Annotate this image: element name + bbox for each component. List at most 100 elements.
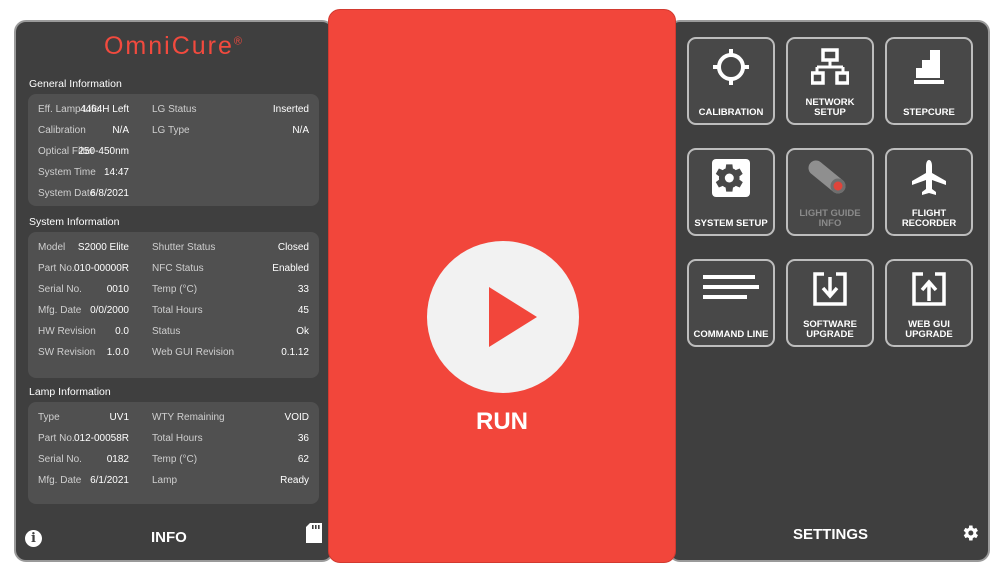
- tile-label: SOFTWARE UPGRADE: [803, 319, 857, 340]
- stepcure-icon: [887, 39, 971, 95]
- info-row: Eff. Lamp Life 4464H Left LG Status Inserte…: [38, 104, 309, 118]
- info-row: SW Revision 1.0.0 Web GUI Revision 0.1.12: [38, 347, 309, 361]
- tile-stepcure[interactable]: STEPCURE: [885, 37, 973, 125]
- tile-calibration[interactable]: CALIBRATION: [687, 37, 775, 125]
- info-value-text: UV1: [109, 412, 129, 423]
- info-row: Serial No. 0182 Temp (°C) 62: [38, 454, 309, 468]
- info-value-text: 33: [297, 284, 309, 295]
- info-value-text: 14:47: [103, 167, 129, 178]
- info-value-text: Closed: [277, 242, 309, 253]
- info-label-text: Mfg. Date: [38, 305, 82, 316]
- info-label-text: Total Hours: [152, 305, 203, 316]
- info-row: System Time 14:47: [38, 167, 309, 181]
- info-row: Part No. 010-00000R NFC Status Enabled: [38, 263, 309, 277]
- general-information-card: Eff. Lamp Life 4464H Left LG Status Inserte…: [28, 94, 319, 206]
- info-label-text: HW Revision: [38, 326, 96, 337]
- info-label-text: WTY Remaining: [152, 412, 225, 423]
- tile-label: NETWORK SETUP: [805, 97, 855, 118]
- tile-label: COMMAND LINE: [693, 329, 769, 340]
- download-icon: [788, 261, 872, 317]
- play-icon: [427, 241, 579, 393]
- info-value-text: N/A: [112, 125, 129, 136]
- lamp-information-card: Type UV1 WTY Remaining VOID Part No. 012-0005…: [28, 402, 319, 504]
- info-label-text: Calibration: [38, 125, 86, 136]
- system-information-title: System Information: [29, 216, 120, 228]
- info-label-text: Part No.: [38, 263, 75, 274]
- tile-label: SYSTEM SETUP: [694, 218, 768, 229]
- run-button[interactable]: RUN: [328, 9, 676, 563]
- upload-icon: [887, 261, 971, 317]
- network-icon: [788, 39, 872, 95]
- info-label-text: NFC Status: [152, 263, 204, 274]
- tile-label: CALIBRATION: [698, 107, 764, 118]
- info-label-text: Status: [152, 326, 181, 337]
- system-information-card: Model S2000 Elite Shutter Status Closed Part…: [28, 232, 319, 378]
- info-row: Optical Filter 250-450nm: [38, 146, 309, 160]
- info-value-text: 0010: [106, 284, 129, 295]
- info-value-text: 4464H Left: [80, 104, 129, 115]
- info-row: System Date 6/8/2021: [38, 188, 309, 202]
- info-row: Part No. 012-00058R Total Hours 36: [38, 433, 309, 447]
- info-value-text: S2000 Elite: [77, 242, 129, 253]
- info-row: Mfg. Date 0/0/2000 Total Hours 45: [38, 305, 309, 319]
- info-label-text: Type: [38, 412, 60, 423]
- info-value-text: 010-00000R: [73, 263, 129, 274]
- info-value-text: 6/8/2021: [90, 188, 129, 199]
- info-value-text: Ready: [280, 475, 309, 486]
- info-label-text: Shutter Status: [152, 242, 216, 253]
- gear-icon[interactable]: [960, 523, 980, 543]
- info-value-text: 0.0: [115, 326, 129, 337]
- tile-software-upgrade[interactable]: SOFTWARE UPGRADE: [786, 259, 874, 347]
- crosshair-icon: [689, 39, 773, 95]
- info-value-text: Inserted: [272, 104, 309, 115]
- info-value-text: 45: [297, 305, 309, 316]
- omnicure-logo: OmniCure®: [103, 32, 245, 60]
- info-value-text: 0.1.12: [281, 347, 309, 358]
- settings-label: SETTINGS: [793, 526, 869, 543]
- info-label-text: Model: [38, 242, 66, 253]
- info-value-text: 1.0.0: [106, 347, 129, 358]
- info-label-text: Mfg. Date: [38, 475, 82, 486]
- tile-label: WEB GUI UPGRADE: [905, 319, 953, 340]
- info-label-text: Web GUI Revision: [152, 347, 235, 358]
- info-label: INFO: [151, 529, 187, 546]
- info-value-text: 0/0/2000: [90, 305, 129, 316]
- tile-system-setup[interactable]: SYSTEM SETUP: [687, 148, 775, 236]
- info-value-text: Ok: [296, 326, 309, 337]
- info-value-text: 0182: [106, 454, 129, 465]
- info-panel: OmniCure® General Information Eff. Lamp …: [14, 20, 334, 562]
- settings-panel: CALIBRATION NETWORK SETUP STEPCURE SYSTEM S…: [668, 20, 990, 562]
- info-row: HW Revision 0.0 Status Ok: [38, 326, 309, 340]
- info-row: Calibration N/A LG Type N/A: [38, 125, 309, 139]
- sd-card-icon[interactable]: [306, 523, 322, 543]
- gear-icon: [689, 150, 773, 206]
- info-label-text: System Date: [38, 188, 96, 199]
- info-label-text: Serial No.: [38, 454, 82, 465]
- info-row: Type UV1 WTY Remaining VOID: [38, 412, 309, 426]
- info-row: Serial No. 0010 Temp (°C) 33: [38, 284, 309, 298]
- info-row: Model S2000 Elite Shutter Status Closed: [38, 242, 309, 256]
- tile-label: FLIGHT RECORDER: [901, 208, 957, 229]
- info-label-text: LG Type: [152, 125, 190, 136]
- info-label-text: Lamp: [152, 475, 178, 486]
- info-icon[interactable]: i: [25, 530, 42, 547]
- light-guide-icon: [788, 150, 872, 206]
- tile-web-gui-upgrade[interactable]: WEB GUI UPGRADE: [885, 259, 973, 347]
- info-value-text: 250-450nm: [78, 146, 129, 157]
- tile-label: LIGHT GUIDE INFO: [799, 208, 861, 229]
- info-label-text: Temp (°C): [152, 454, 198, 465]
- general-information-title: General Information: [29, 78, 122, 90]
- tile-light-guide-info[interactable]: LIGHT GUIDE INFO: [786, 148, 874, 236]
- info-label-text: Total Hours: [152, 433, 203, 444]
- info-label-text: SW Revision: [38, 347, 96, 358]
- airplane-icon: [887, 150, 971, 206]
- info-label-text: LG Status: [152, 104, 197, 115]
- command-lines-icon: [689, 261, 773, 317]
- tile-network-setup[interactable]: NETWORK SETUP: [786, 37, 874, 125]
- info-value-text: Enabled: [272, 263, 309, 274]
- info-label-text: Serial No.: [38, 284, 82, 295]
- tile-flight-recorder[interactable]: FLIGHT RECORDER: [885, 148, 973, 236]
- lamp-information-title: Lamp Information: [29, 386, 111, 398]
- tile-command-line[interactable]: COMMAND LINE: [687, 259, 775, 347]
- info-value-text: 36: [297, 433, 309, 444]
